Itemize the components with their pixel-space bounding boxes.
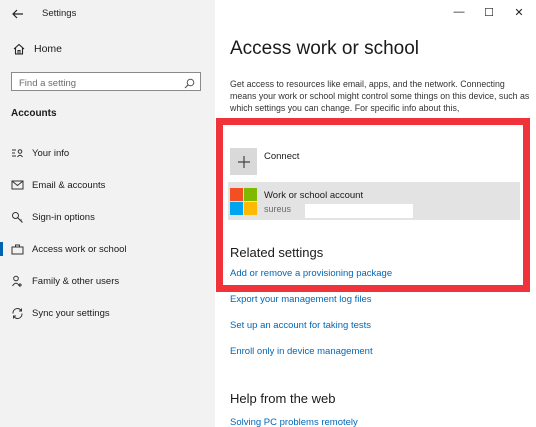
- setup-test-account-link[interactable]: Set up an account for taking tests: [230, 320, 371, 331]
- export-management-log-link[interactable]: Export your management log files: [230, 294, 372, 305]
- sidebar-item-label: Sync your settings: [32, 307, 110, 319]
- sidebar-item-email-accounts[interactable]: Email & accounts: [0, 174, 215, 196]
- sidebar-item-your-info[interactable]: Your info: [0, 142, 215, 164]
- maximize-button[interactable]: ☐: [482, 6, 496, 19]
- sync-icon: [10, 306, 24, 320]
- sidebar-item-home[interactable]: Home: [12, 42, 62, 56]
- briefcase-icon: [10, 242, 24, 256]
- sidebar-item-label: Email & accounts: [32, 179, 106, 191]
- sidebar-item-access-work-or-school[interactable]: Access work or school: [0, 238, 215, 260]
- help-heading: Help from the web: [230, 391, 336, 406]
- back-arrow-icon: [12, 9, 23, 19]
- sidebar-item-family-other-users[interactable]: Family & other users: [0, 270, 215, 292]
- sidebar: Settings Home Accounts Your info Email &…: [0, 0, 215, 427]
- app-title: Settings: [42, 8, 77, 19]
- contact-card-icon: [10, 146, 24, 160]
- sidebar-item-label: Access work or school: [32, 243, 127, 255]
- back-button[interactable]: [12, 6, 24, 22]
- sidebar-item-sign-in-options[interactable]: Sign-in options: [0, 206, 215, 228]
- search-input[interactable]: [12, 75, 179, 92]
- home-icon: [12, 42, 26, 56]
- search-box[interactable]: [11, 72, 201, 94]
- minimize-button[interactable]: —: [452, 6, 466, 18]
- search-icon[interactable]: [184, 76, 195, 94]
- close-button[interactable]: ✕: [512, 6, 526, 19]
- page-description: Get access to resources like email, apps…: [230, 79, 530, 113]
- sidebar-item-label: Family & other users: [32, 275, 120, 287]
- mail-icon: [10, 178, 24, 192]
- sidebar-item-label: Sign-in options: [32, 211, 95, 223]
- enroll-device-management-link[interactable]: Enroll only in device management: [230, 346, 373, 357]
- sidebar-item-sync-your-settings[interactable]: Sync your settings: [0, 302, 215, 324]
- key-icon: [10, 210, 24, 224]
- page-title: Access work or school: [230, 38, 420, 59]
- section-label: Accounts: [11, 108, 57, 119]
- sidebar-item-label: Home: [34, 43, 63, 55]
- solving-pc-problems-link[interactable]: Solving PC problems remotely: [230, 417, 358, 427]
- people-icon: [10, 274, 24, 288]
- highlight-annotation-box: [216, 118, 530, 292]
- sidebar-item-label: Your info: [32, 147, 70, 159]
